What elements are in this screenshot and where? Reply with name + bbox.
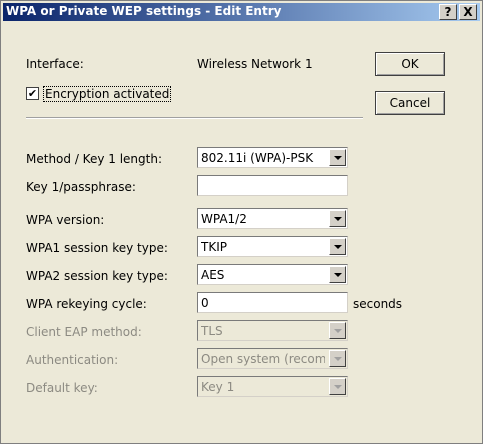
chevron-down-icon <box>329 350 346 367</box>
method-value: 802.11i (WPA)-PSK <box>201 151 314 165</box>
eap-value: TLS <box>201 324 223 338</box>
wpa1-session-label: WPA1 session key type: <box>26 241 168 255</box>
chevron-down-icon <box>329 322 346 339</box>
default-key-label: Default key: <box>26 381 98 395</box>
wpa2-session-label: WPA2 session key type: <box>26 269 168 283</box>
chevron-down-icon[interactable] <box>329 266 346 283</box>
encryption-label[interactable]: Encryption activated <box>43 86 172 102</box>
wpa1-session-select[interactable]: TKIP <box>197 236 348 257</box>
chevron-down-icon[interactable] <box>329 149 346 166</box>
window-title: WPA or Private WEP settings - Edit Entry <box>6 4 282 18</box>
cancel-button[interactable]: Cancel <box>375 91 445 115</box>
rekey-unit: seconds <box>353 297 403 311</box>
checkbox-check-icon[interactable]: ✔ <box>26 87 39 100</box>
eap-select: TLS <box>197 320 348 341</box>
dialog-window: WPA or Private WEP settings - Edit Entry… <box>0 0 483 444</box>
chevron-down-icon[interactable] <box>329 238 346 255</box>
interface-label: Interface: <box>26 57 84 71</box>
wpa2-session-value: AES <box>201 268 225 282</box>
rekey-label: WPA rekeying cycle: <box>26 297 147 311</box>
wpa-version-label: WPA version: <box>26 213 105 227</box>
key-label: Key 1/passphrase: <box>26 180 136 194</box>
auth-select: Open system (recom <box>197 348 348 369</box>
key-passphrase-input[interactable] <box>197 175 348 196</box>
wpa-version-value: WPA1/2 <box>201 212 247 226</box>
method-label: Method / Key 1 length: <box>26 152 162 166</box>
method-select[interactable]: 802.11i (WPA)-PSK <box>197 147 348 168</box>
default-key-select: Key 1 <box>197 376 348 397</box>
wpa-version-select[interactable]: WPA1/2 <box>197 208 348 229</box>
default-key-value: Key 1 <box>201 380 235 394</box>
help-button[interactable]: ? <box>439 4 457 20</box>
auth-label: Authentication: <box>26 353 119 367</box>
rekey-cycle-input[interactable] <box>197 292 348 313</box>
interface-value: Wireless Network 1 <box>197 57 313 71</box>
chevron-down-icon <box>329 378 346 395</box>
auth-value: Open system (recom <box>201 352 325 366</box>
title-bar[interactable]: WPA or Private WEP settings - Edit Entry… <box>3 3 480 21</box>
wpa2-session-select[interactable]: AES <box>197 264 348 285</box>
separator <box>26 117 363 119</box>
ok-button[interactable]: OK <box>375 52 445 76</box>
chevron-down-icon[interactable] <box>329 210 346 227</box>
wpa1-session-value: TKIP <box>201 240 227 254</box>
close-button[interactable]: X <box>459 4 477 20</box>
eap-label: Client EAP method: <box>26 325 142 339</box>
